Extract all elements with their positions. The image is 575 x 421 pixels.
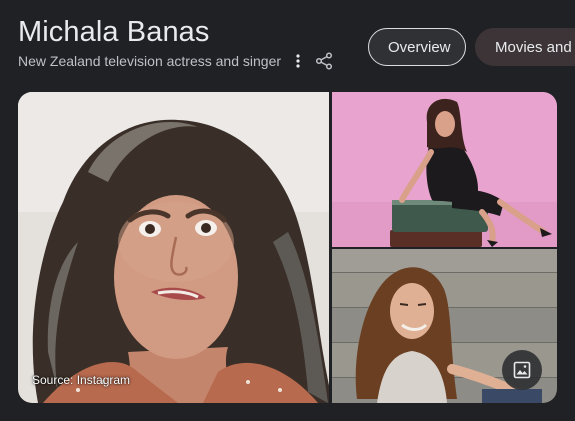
image-icon <box>513 361 531 379</box>
more-images-button[interactable] <box>502 350 542 390</box>
more-vert-icon[interactable] <box>287 50 309 72</box>
image-gallery: Source: Instagram <box>18 92 557 403</box>
share-icon[interactable] <box>313 50 335 72</box>
image-source-label: Source: Instagram <box>32 373 131 387</box>
entity-description: New Zealand television actress and singe… <box>18 53 282 69</box>
tab-overview[interactable]: Overview <box>368 28 466 66</box>
knowledge-panel: Michala Banas New Zealand television act… <box>0 0 575 421</box>
tab-movies-and-shows[interactable]: Movies and s <box>475 28 575 66</box>
entity-subtitle-row: New Zealand television actress and singe… <box>18 50 335 72</box>
entity-title: Michala Banas <box>18 16 210 48</box>
gallery-image-top-right[interactable] <box>332 92 557 247</box>
gallery-image-main[interactable]: Source: Instagram <box>18 92 329 403</box>
